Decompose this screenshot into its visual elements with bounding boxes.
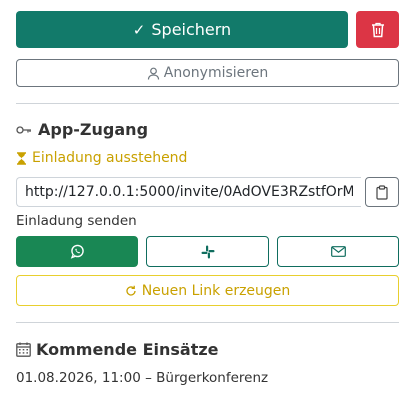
event-datetime: 01.08.2026, 11:00 <box>16 370 141 386</box>
check-icon: ✓ <box>132 20 146 39</box>
share-email-button[interactable] <box>277 236 399 267</box>
new-link-button-label: Neuen Link erzeugen <box>141 282 291 299</box>
whatsapp-icon <box>70 244 84 259</box>
trash-icon <box>371 22 384 37</box>
share-slack-button[interactable] <box>146 236 269 267</box>
slack-icon <box>201 245 214 258</box>
new-link-button[interactable]: Neuen Link erzeugen <box>16 275 399 306</box>
share-whatsapp-button[interactable] <box>16 236 138 267</box>
user-icon <box>147 67 159 80</box>
anonymize-button[interactable]: Anonymisieren <box>16 59 399 87</box>
save-button[interactable]: ✓ Speichern <box>16 11 348 48</box>
invitation-status-text: Einladung ausstehend <box>32 150 188 166</box>
calendar-icon <box>16 342 31 357</box>
save-button-label: Speichern <box>151 20 232 39</box>
upcoming-events-heading: Kommende Einsätze <box>16 340 219 359</box>
invite-link-input[interactable] <box>16 177 361 207</box>
event-list-item: 01.08.2026, 11:00 – Bürgerkonferenz <box>16 370 268 386</box>
envelope-icon <box>330 246 346 257</box>
key-icon <box>16 125 31 134</box>
hourglass-icon <box>17 151 26 165</box>
clipboard-icon <box>376 184 388 200</box>
divider <box>16 322 399 323</box>
upcoming-events-heading-text: Kommende Einsätze <box>36 340 219 359</box>
copy-link-button[interactable] <box>365 177 399 207</box>
app-access-heading: App-Zugang <box>16 120 148 139</box>
anonymize-button-label: Anonymisieren <box>163 65 269 81</box>
divider <box>16 103 399 104</box>
event-title: Bürgerkonferenz <box>156 370 269 386</box>
invitation-status: Einladung ausstehend <box>16 150 187 166</box>
refresh-icon <box>126 285 136 296</box>
app-access-heading-text: App-Zugang <box>38 120 149 139</box>
delete-button[interactable] <box>356 11 399 48</box>
event-separator: – <box>145 370 152 386</box>
send-invitation-label: Einladung senden <box>16 213 137 229</box>
